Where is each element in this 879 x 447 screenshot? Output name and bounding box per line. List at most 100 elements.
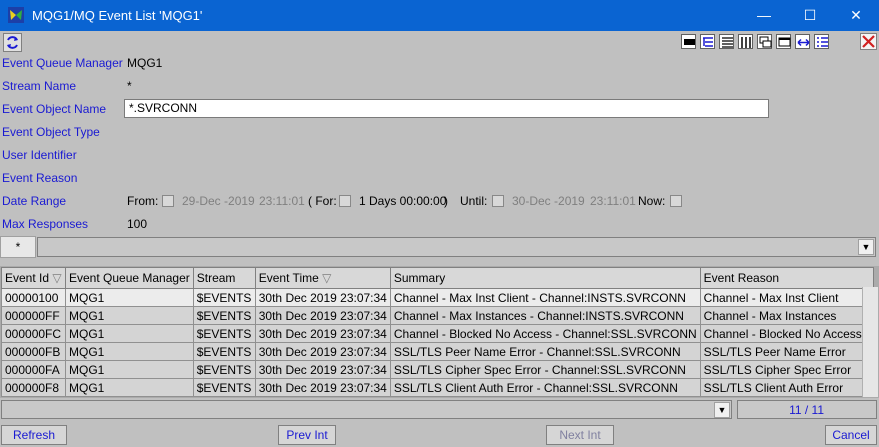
event-time-cell: 30th Dec 2019 23:07:34 [254,324,391,343]
window-title: MQG1/MQ Event List 'MQG1' [32,8,203,23]
cancel-button[interactable]: Cancel [825,425,877,445]
event-id-cell: 000000FA [1,360,66,379]
cascade-windows-icon[interactable] [757,34,772,49]
sort-down-icon: ▽ [52,271,62,285]
event-table: Event Id ▽ Event Queue Manager Stream Ev… [1,267,874,397]
col-header-event-reason[interactable]: Event Reason [699,267,874,289]
max-responses-label: Max Responses [2,217,89,231]
table-row[interactable]: 000000FC MQG1 $EVENTS 30th Dec 2019 23:07:3… [1,324,874,343]
columns-view-icon[interactable] [738,34,753,49]
queue-manager-cell: MQG1 [65,378,194,397]
table-row[interactable]: 000000FA MQG1 $EVENTS 30th Dec 2019 23:07:3… [1,360,874,379]
event-time-cell: 30th Dec 2019 23:07:34 [254,342,391,361]
queue-manager-cell: MQG1 [65,324,194,343]
event-id-cell: 00000100 [1,288,66,307]
queue-manager-cell: MQG1 [65,360,194,379]
from-checkbox[interactable] [162,195,174,207]
col-header-queue-manager[interactable]: Event Queue Manager [65,267,194,289]
col-header-stream[interactable]: Stream [192,267,256,289]
chevron-down-icon[interactable]: ▼ [714,402,730,418]
object-name-label: Event Object Name [2,102,107,116]
for-value: 1 Days 00:00:00 [359,194,447,208]
summary-cell: SSL/TLS Peer Name Error - Channel:SSL.SV… [389,342,701,361]
object-type-label: Event Object Type [2,125,100,139]
stream-cell: $EVENTS [192,342,256,361]
table-row[interactable]: 000000FF MQG1 $EVENTS 30th Dec 2019 23:07:3… [1,306,874,325]
summary-cell: Channel - Max Inst Client - Channel:INST… [389,288,701,307]
event-time-cell: 30th Dec 2019 23:07:34 [254,288,391,307]
filter-combo[interactable]: ▼ [37,237,876,257]
table-row[interactable]: 000000F8 MQG1 $EVENTS 30th Dec 2019 23:07:3… [1,378,874,397]
stream-cell: $EVENTS [192,306,256,325]
summary-cell: Channel - Max Instances - Channel:INSTS.… [389,306,701,325]
queue-manager-cell: MQG1 [65,306,194,325]
until-date[interactable]: 30-Dec -2019 [512,194,585,208]
until-label: Until: [460,194,488,208]
user-identifier-label: User Identifier [2,148,77,162]
table-row[interactable]: 00000100 MQG1 $EVENTS 30th Dec 2019 23:07:3… [1,288,874,307]
table-row[interactable]: 000000FB MQG1 $EVENTS 30th Dec 2019 23:07:3… [1,342,874,361]
max-responses-value: 100 [127,217,148,231]
date-range-label: Date Range [2,194,67,208]
event-grid: Event Id ▽ Event Queue Manager Stream Ev… [0,266,879,398]
prev-int-button[interactable]: Prev Int [278,425,336,445]
detail-list-icon[interactable] [814,34,829,49]
event-time-cell: 30th Dec 2019 23:07:34 [254,306,391,325]
single-window-icon[interactable] [776,34,791,49]
stream-cell: $EVENTS [192,360,256,379]
col-header-event-time[interactable]: Event Time ▽ [254,267,391,289]
from-time[interactable]: 23:11:01 [259,194,305,208]
event-reason-cell: SSL/TLS Cipher Spec Error [699,360,874,379]
filter-star-button[interactable]: * [0,236,36,258]
event-reason-cell: SSL/TLS Client Auth Error [699,378,874,397]
stream-cell: $EVENTS [192,378,256,397]
for-checkbox[interactable] [339,195,351,207]
next-int-button[interactable]: Next Int [546,425,614,445]
for-label: ( For: [308,194,337,208]
expand-width-icon[interactable] [795,34,810,49]
event-id-cell: 000000F8 [1,378,66,397]
display-icon[interactable] [681,34,696,49]
refresh-toggle-icon[interactable] [3,33,22,52]
queue-manager-label: Event Queue Manager [2,56,123,70]
event-reason-cell: Channel - Blocked No Access [699,324,874,343]
event-reason-label: Event Reason [2,171,78,185]
queue-manager-cell: MQG1 [65,288,194,307]
refresh-button[interactable]: Refresh [1,425,67,445]
status-combo[interactable]: ▼ [1,400,732,419]
stream-name-label: Stream Name [2,79,77,93]
close-window-button[interactable]: ✕ [833,0,879,31]
event-reason-cell: Channel - Max Instances [699,306,874,325]
from-date[interactable]: 29-Dec -2019 [182,194,255,208]
event-reason-cell: Channel - Max Inst Client [699,288,874,307]
now-checkbox[interactable] [670,195,682,207]
summary-cell: SSL/TLS Cipher Spec Error - Channel:SSL.… [389,360,701,379]
page-count: 11 / 11 [737,400,877,419]
object-name-input[interactable]: *.SVRCONN [124,99,769,118]
grid-vertical-scrollbar[interactable] [862,287,878,397]
event-time-cell: 30th Dec 2019 23:07:34 [254,378,391,397]
col-header-event-id[interactable]: Event Id ▽ [1,267,66,289]
event-id-cell: 000000FC [1,324,66,343]
minimize-button[interactable]: — [741,0,787,31]
until-time[interactable]: 23:11:01 [590,194,636,208]
from-label: From: [127,194,159,208]
queue-manager-value: MQG1 [127,56,163,70]
until-checkbox[interactable] [492,195,504,207]
app-icon [8,7,24,23]
col-header-summary[interactable]: Summary [389,267,701,289]
maximize-button[interactable]: ☐ [787,0,833,31]
event-id-cell: 000000FB [1,342,66,361]
list-view-icon[interactable] [719,34,734,49]
summary-cell: SSL/TLS Client Auth Error - Channel:SSL.… [389,378,701,397]
chevron-down-icon[interactable]: ▼ [858,239,874,255]
stream-name-value: * [127,79,132,93]
event-reason-cell: SSL/TLS Peer Name Error [699,342,874,361]
close-red-icon[interactable] [860,33,877,50]
for-close-paren: ) [444,194,448,208]
tree-view-icon[interactable] [700,34,715,49]
stream-cell: $EVENTS [192,288,256,307]
title-bar: MQG1/MQ Event List 'MQG1' — ☐ ✕ [0,0,879,31]
now-label: Now: [638,194,666,208]
summary-cell: Channel - Blocked No Access - Channel:SS… [389,324,701,343]
